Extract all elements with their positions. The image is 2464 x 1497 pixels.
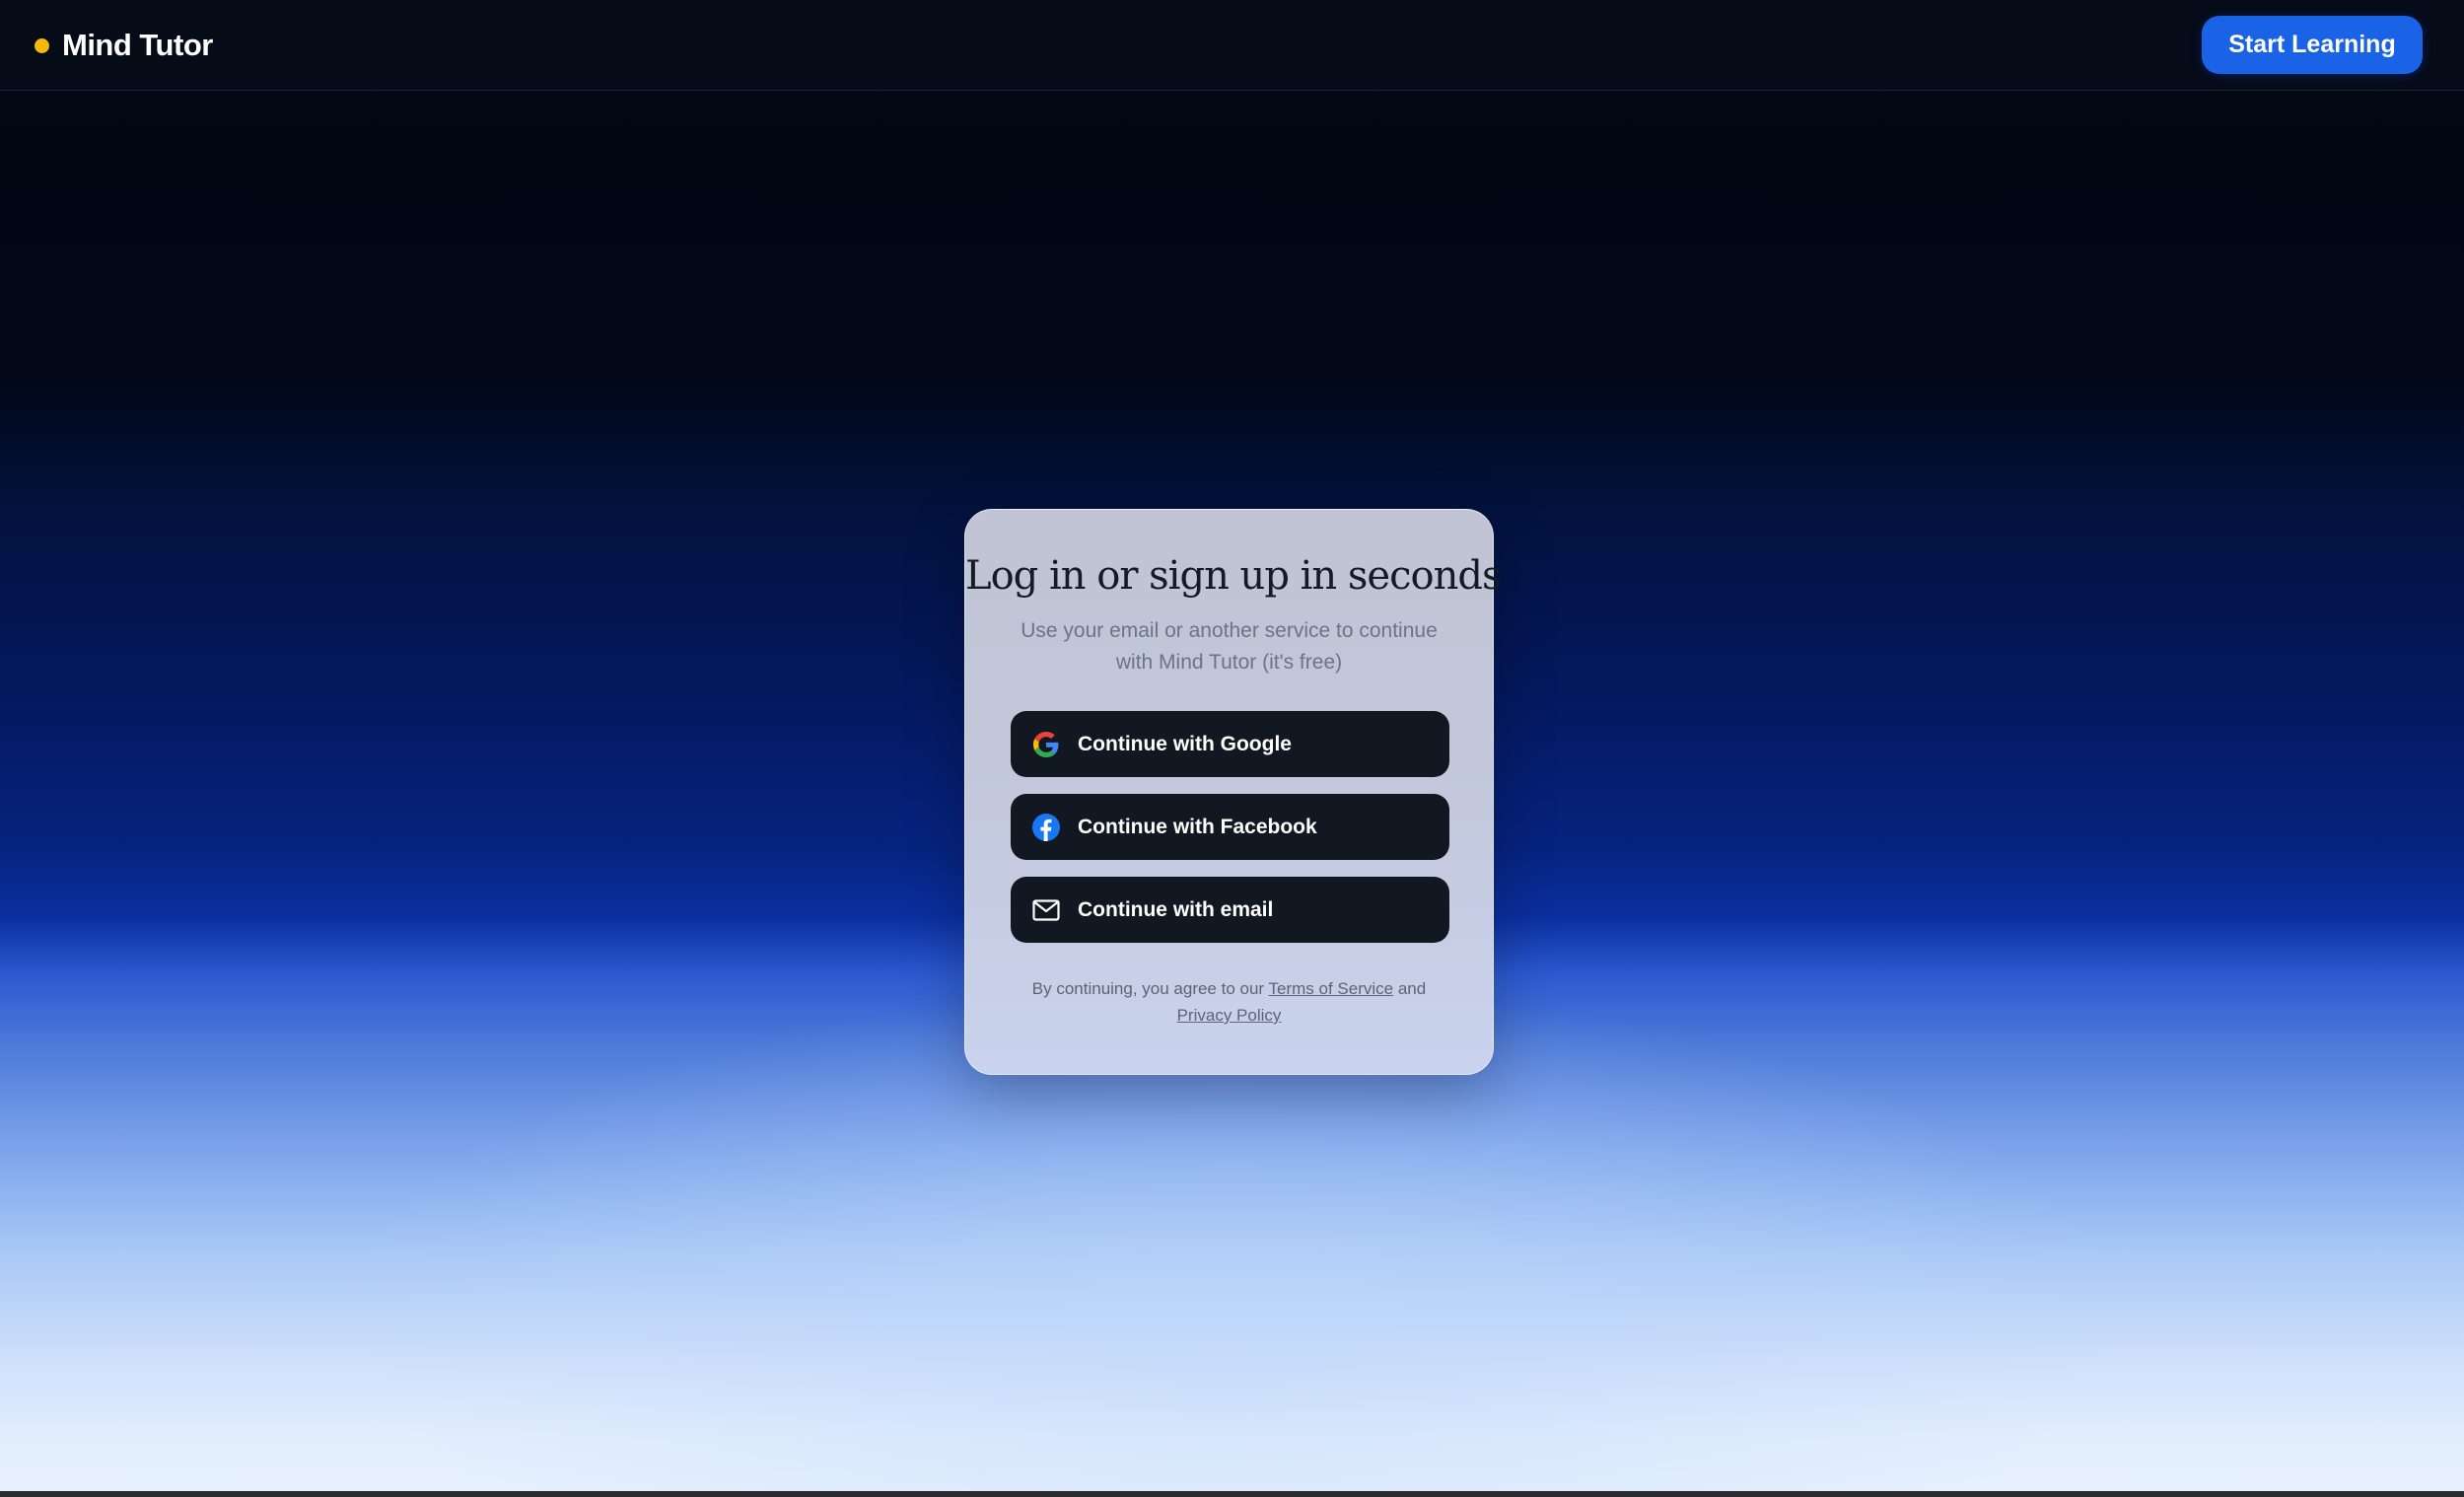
continue-with-facebook-button[interactable]: Continue with Facebook	[1011, 794, 1449, 860]
auth-card-title: Log in or sign up in seconds	[965, 553, 1502, 599]
legal-prefix: By continuing, you agree to our	[1031, 979, 1265, 998]
continue-with-google-label: Continue with Google	[1078, 732, 1292, 755]
facebook-icon	[1032, 813, 1060, 841]
continue-with-facebook-label: Continue with Facebook	[1078, 815, 1317, 838]
continue-with-email-label: Continue with email	[1078, 897, 1274, 921]
continue-with-email-button[interactable]: Continue with email	[1011, 877, 1449, 943]
auth-card-subtitle: Use your email or another service to con…	[1021, 619, 1438, 674]
google-icon	[1032, 731, 1060, 758]
legal-notice: By continuing, you agree to our Terms of…	[995, 975, 1463, 1029]
brand-name: Mind Tutor	[62, 28, 213, 62]
start-learning-button[interactable]: Start Learning	[2202, 16, 2423, 74]
top-navigation-bar: Mind Tutor Start Learning	[0, 0, 2464, 91]
privacy-policy-link[interactable]: Privacy Policy	[1177, 1006, 1282, 1025]
auth-card: Log in or sign up in seconds Use your em…	[964, 509, 1502, 1075]
brand-dot-icon	[35, 37, 49, 53]
bottom-edge-bar	[0, 1491, 2464, 1497]
legal-conjunction: and	[1397, 979, 1427, 998]
mail-icon	[1032, 896, 1060, 924]
terms-of-service-link[interactable]: Terms of Service	[1269, 979, 1394, 998]
brand-logo[interactable]: Mind Tutor	[35, 24, 213, 67]
continue-with-google-button[interactable]: Continue with Google	[1011, 711, 1449, 777]
